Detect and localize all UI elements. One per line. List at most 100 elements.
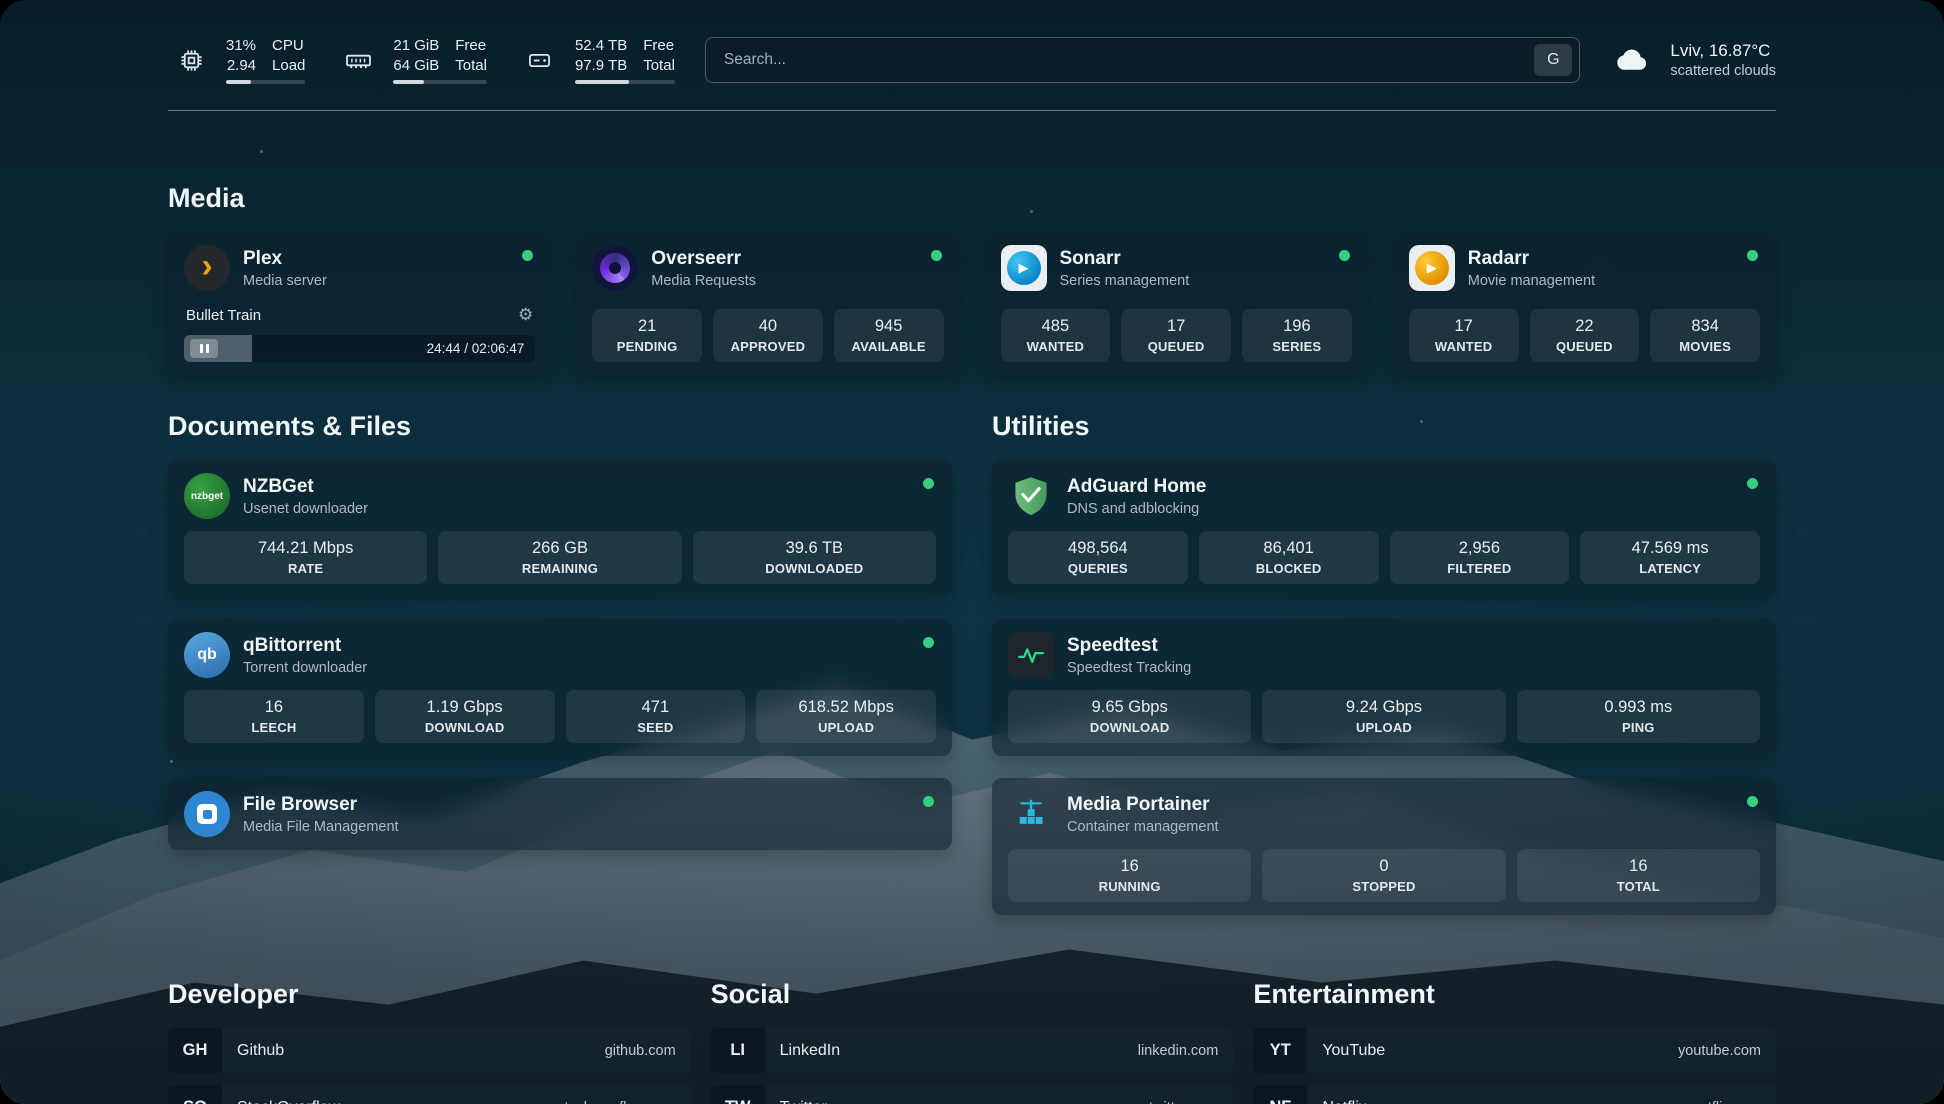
app-description: DNS and adblocking — [1067, 501, 1206, 517]
app-name: Overseerr — [651, 248, 756, 270]
stat-rate: 744.21 Mbps RATE — [184, 531, 427, 584]
speedtest-icon — [1008, 632, 1054, 678]
adguard-shield-icon — [1008, 473, 1054, 519]
settings-gear-icon[interactable]: ⚙ — [518, 305, 533, 325]
netflix-icon: NF — [1253, 1085, 1307, 1104]
speedtest-card[interactable]: Speedtest Speedtest Tracking 9.65 Gbps D… — [992, 619, 1776, 756]
bookmark-youtube[interactable]: YT YouTube youtube.com — [1253, 1028, 1776, 1073]
app-description: Media File Management — [243, 819, 399, 835]
nzbget-card[interactable]: nzbget NZBGet Usenet downloader 744.21 M… — [168, 460, 952, 597]
entertainment-section-title: Entertainment — [1253, 979, 1776, 1010]
youtube-icon: YT — [1253, 1028, 1307, 1073]
twitter-icon: TW — [711, 1085, 765, 1104]
stat-seed: 471 SEED — [566, 690, 746, 743]
stat-ping: 0.993 ms PING — [1517, 690, 1760, 743]
documents-section-title: Documents & Files — [168, 411, 952, 442]
sonarr-card[interactable]: ▶ Sonarr Series management 485 WANTED 17 — [985, 232, 1368, 375]
app-name: NZBGet — [243, 476, 368, 498]
stat-available: 945 AVAILABLE — [834, 309, 944, 362]
search-engine-button[interactable]: G — [1534, 44, 1572, 76]
stat-queued: 17 QUEUED — [1121, 309, 1231, 362]
app-name: qBittorrent — [243, 635, 367, 657]
nzbget-icon: nzbget — [184, 473, 230, 519]
ram-total-value: 64 GiB — [393, 56, 439, 76]
stat-remaining: 266 GB REMAINING — [438, 531, 681, 584]
stat-movies: 834 MOVIES — [1650, 309, 1760, 362]
portainer-status-dot — [1747, 796, 1758, 807]
filebrowser-icon — [184, 791, 230, 837]
plex-card[interactable]: › Plex Media server Bullet Train ⚙ 24:44 — [168, 232, 551, 375]
stat-download: 9.65 Gbps DOWNLOAD — [1008, 690, 1251, 743]
topbar: 31% 2.94 CPU Load — [168, 0, 1776, 84]
bookmark-group-social: Social LI LinkedIn linkedin.com TW Twitt… — [711, 979, 1234, 1104]
stat-queued: 22 QUEUED — [1530, 309, 1640, 362]
stat-total: 16 TOTAL — [1517, 849, 1760, 902]
stat-approved: 40 APPROVED — [713, 309, 823, 362]
adguard-card[interactable]: AdGuard Home DNS and adblocking 498,564 … — [992, 460, 1776, 597]
bookmark-github[interactable]: GH Github github.com — [168, 1028, 691, 1073]
playback-time: 24:44 / 02:06:47 — [427, 341, 525, 356]
media-section-title: Media — [168, 183, 1776, 214]
cloud-icon — [1610, 37, 1656, 83]
bookmark-linkedin[interactable]: LI LinkedIn linkedin.com — [711, 1028, 1234, 1073]
weather-condition: scattered clouds — [1670, 63, 1776, 79]
stat-upload: 618.52 Mbps UPLOAD — [756, 690, 936, 743]
utilities-section-title: Utilities — [992, 411, 1776, 442]
app-name: Radarr — [1468, 248, 1595, 270]
stat-upload: 9.24 Gbps UPLOAD — [1262, 690, 1505, 743]
app-description: Speedtest Tracking — [1067, 660, 1191, 676]
app-description: Torrent downloader — [243, 660, 367, 676]
ram-metric: 21 GiB 64 GiB Free Total — [335, 36, 487, 84]
sonarr-status-dot — [1339, 250, 1350, 261]
disk-metric: 52.4 TB 97.9 TB Free Total — [517, 36, 675, 84]
app-name: File Browser — [243, 794, 399, 816]
cpu-metric: 31% 2.94 CPU Load — [168, 36, 305, 84]
ram-free-value: 21 GiB — [393, 36, 439, 56]
overseerr-icon — [592, 245, 638, 291]
stat-download: 1.19 Gbps DOWNLOAD — [375, 690, 555, 743]
cpu-bar — [226, 80, 305, 84]
filebrowser-status-dot — [923, 796, 934, 807]
ram-bar — [393, 80, 487, 84]
stat-series: 196 SERIES — [1242, 309, 1352, 362]
disk-free-value: 52.4 TB — [575, 36, 627, 56]
radarr-status-dot — [1747, 250, 1758, 261]
developer-section-title: Developer — [168, 979, 691, 1010]
pause-button[interactable] — [190, 339, 218, 358]
filebrowser-card[interactable]: File Browser Media File Management — [168, 778, 952, 850]
bookmark-group-entertainment: Entertainment YT YouTube youtube.com NF … — [1253, 979, 1776, 1104]
app-description: Series management — [1060, 273, 1190, 289]
ram-icon — [335, 37, 381, 83]
app-description: Usenet downloader — [243, 501, 368, 517]
app-description: Container management — [1067, 819, 1219, 835]
cpu-label-2: Load — [272, 56, 305, 76]
overseerr-card[interactable]: Overseerr Media Requests 21 PENDING 40 A… — [576, 232, 959, 375]
bookmark-netflix[interactable]: NF Netflix netflix.com — [1253, 1085, 1776, 1104]
app-name: Plex — [243, 248, 327, 270]
social-section-title: Social — [711, 979, 1234, 1010]
app-name: Media Portainer — [1067, 794, 1219, 816]
stackoverflow-icon: SO — [168, 1085, 222, 1104]
stat-running: 16 RUNNING — [1008, 849, 1251, 902]
playback-progress-bar[interactable]: 24:44 / 02:06:47 — [184, 335, 535, 362]
disk-icon — [517, 37, 563, 83]
search-input[interactable] — [722, 50, 1535, 70]
stat-downloaded: 39.6 TB DOWNLOADED — [693, 531, 936, 584]
app-description: Media Requests — [651, 273, 756, 289]
stat-queries: 498,564 QUERIES — [1008, 531, 1188, 584]
bookmark-stackoverflow[interactable]: SO StackOverflow stackoverflow.com — [168, 1085, 691, 1104]
ram-label-2: Total — [455, 56, 487, 76]
app-description: Media server — [243, 273, 327, 289]
nzbget-status-dot — [923, 478, 934, 489]
app-name: Sonarr — [1060, 248, 1190, 270]
portainer-icon — [1008, 791, 1054, 837]
disk-bar — [575, 80, 675, 84]
portainer-card[interactable]: Media Portainer Container management 16 … — [992, 778, 1776, 915]
stat-blocked: 86,401 BLOCKED — [1199, 531, 1379, 584]
radarr-card[interactable]: ▶ Radarr Movie management 17 WANTED 22 — [1393, 232, 1776, 375]
qbittorrent-card[interactable]: qb qBittorrent Torrent downloader 16 LEE… — [168, 619, 952, 756]
cpu-icon — [168, 37, 214, 83]
disk-total-value: 97.9 TB — [575, 56, 627, 76]
bookmark-twitter[interactable]: TW Twitter twitter.com — [711, 1085, 1234, 1104]
github-icon: GH — [168, 1028, 222, 1073]
